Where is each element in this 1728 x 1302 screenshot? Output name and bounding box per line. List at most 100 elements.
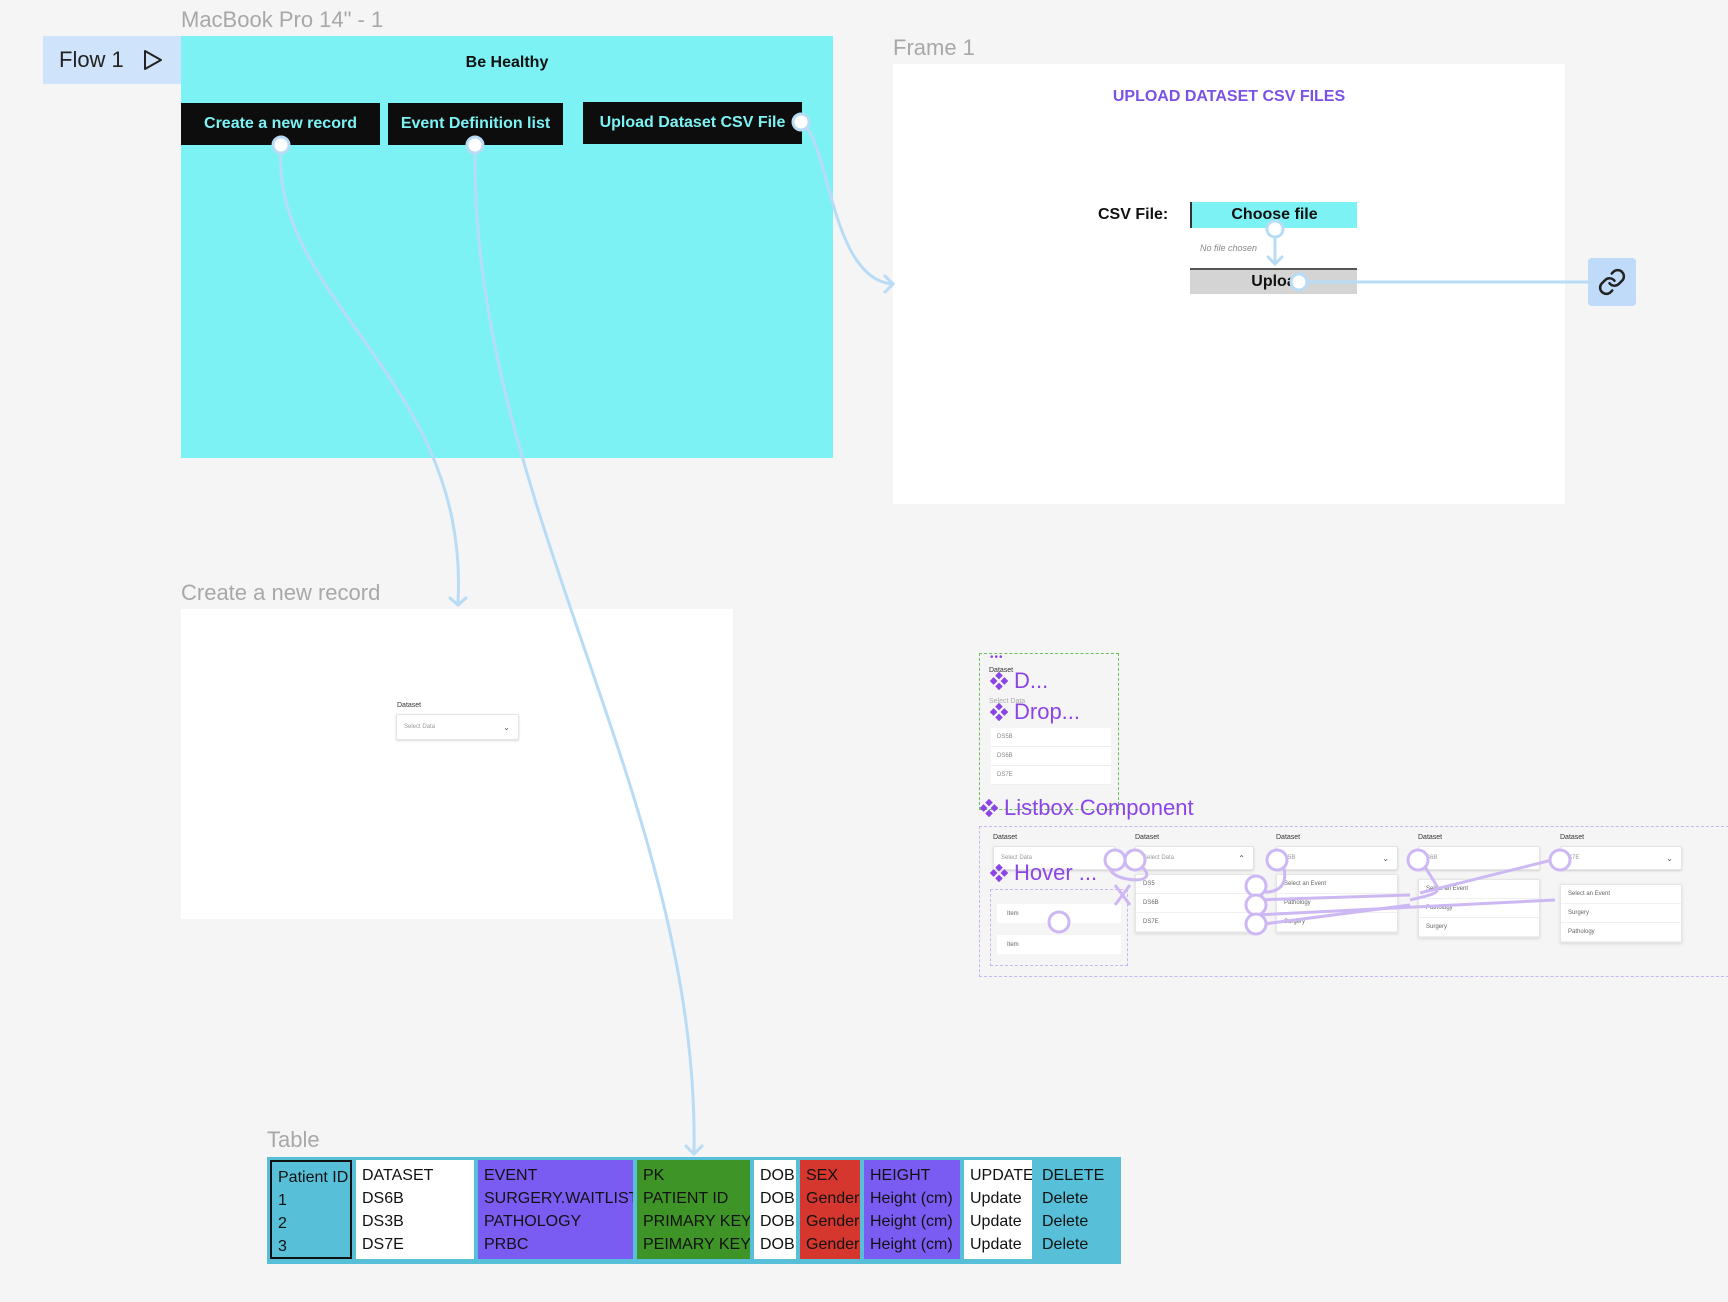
dropdown-option[interactable]: Select an Event <box>1277 875 1397 894</box>
delete-link[interactable]: Delete <box>1042 1187 1118 1210</box>
dropdown-option[interactable]: Surgery <box>1419 918 1539 937</box>
component-name: Hover ... <box>1014 860 1098 885</box>
table-cell: PRBC <box>484 1236 529 1253</box>
dropdown-options[interactable]: Select an Event Surgery Pathology <box>1560 884 1682 943</box>
dropdown-option[interactable]: DS5 <box>1136 875 1253 894</box>
variant-value: S5B <box>1284 855 1296 861</box>
table-column-dob: DOB DOB DOB DOB <box>754 1160 796 1259</box>
table-cell: 1 <box>278 1192 287 1209</box>
hover-item[interactable]: Item <box>997 904 1121 923</box>
upload-button[interactable]: Uploa <box>1190 268 1357 294</box>
play-icon[interactable] <box>142 48 164 72</box>
dropdown-option[interactable]: Pathology <box>1561 923 1681 942</box>
delete-link[interactable]: Delete <box>1042 1210 1118 1233</box>
link-icon[interactable] <box>1588 258 1636 306</box>
dropdown-options[interactable]: DS5 DS6B DS7E <box>1135 874 1254 933</box>
flow-badge[interactable]: Flow 1 <box>43 36 181 84</box>
dropdown-option[interactable]: Select an Event <box>1419 880 1539 899</box>
variant-select[interactable]: S5B ⌄ <box>1276 846 1398 870</box>
no-file-text: No file chosen <box>1200 243 1258 253</box>
component-name: Drop... <box>1014 699 1081 724</box>
variant-value: S6B <box>1426 855 1438 861</box>
dropdown-option[interactable]: Surgery <box>1277 913 1397 932</box>
column-header: DELETE <box>1042 1167 1105 1184</box>
dropdown-option[interactable]: Pathology <box>1277 894 1397 913</box>
component-icon <box>990 864 1008 882</box>
chevron-up-icon: ⌃ <box>1238 854 1245 863</box>
dropdown-option[interactable]: Pathology <box>1419 899 1539 918</box>
update-link[interactable]: Update <box>970 1210 1032 1233</box>
event-definition-button[interactable]: Event Definition list <box>388 103 563 145</box>
table-cell: PEIMARY KEY <box>643 1236 750 1253</box>
listbox-component-title[interactable]: Listbox Component <box>980 795 1194 821</box>
chevron-down-icon: ⌄ <box>503 723 510 732</box>
dropdown-option[interactable]: Surgery <box>1561 904 1681 923</box>
column-header: DATASET <box>362 1167 434 1184</box>
column-header: DOB <box>760 1167 795 1184</box>
create-record-button[interactable]: Create a new record <box>181 103 380 145</box>
component-drop[interactable]: Drop... <box>990 699 1080 725</box>
list-item[interactable]: DS7E <box>991 766 1111 785</box>
component-d[interactable]: D... <box>990 668 1048 694</box>
create-record-frame[interactable]: Dataset Select Data ⌄ <box>181 609 733 919</box>
upload-dataset-button[interactable]: Upload Dataset CSV File <box>583 102 802 144</box>
table-column-delete: DELETE Delete Delete Delete <box>1036 1160 1118 1259</box>
dataset-label: Dataset <box>397 702 422 709</box>
more-icon[interactable]: ••• <box>990 652 1004 663</box>
table-cell: Gender <box>806 1236 860 1253</box>
data-table[interactable]: Patient ID 1 2 3 DATASET DS6B DS3B DS7E … <box>267 1157 1121 1264</box>
table-cell: Gender <box>806 1213 860 1230</box>
arrow-head <box>448 596 468 607</box>
hover-component[interactable]: Hover ... <box>990 860 1097 886</box>
variant-select[interactable]: S6B <box>1418 846 1540 870</box>
frame-label-frame1[interactable]: Frame 1 <box>893 35 975 61</box>
table-column-sex: SEX Gender Gender Gender <box>800 1160 860 1259</box>
table-cell: DS7E <box>362 1236 404 1253</box>
app-title: Be Healthy <box>465 54 549 71</box>
dropdown-option[interactable]: DS7E <box>1136 913 1253 932</box>
component-name: D... <box>1014 668 1049 693</box>
frame-label-table[interactable]: Table <box>267 1127 320 1153</box>
component-icon <box>990 672 1008 690</box>
table-cell: DS3B <box>362 1213 404 1230</box>
update-link[interactable]: Update <box>970 1187 1032 1210</box>
column-header: PK <box>643 1167 665 1184</box>
variant-select[interactable]: S7E ⌄ <box>1560 846 1682 870</box>
frame-label-macbook[interactable]: MacBook Pro 14" - 1 <box>181 7 383 33</box>
table-cell: PRIMARY KEY <box>643 1213 750 1230</box>
chevron-down-icon: ⌄ <box>1382 854 1389 863</box>
dropdown-options[interactable]: Select an Event Pathology Surgery <box>1418 879 1540 938</box>
column-header: HEIGHT <box>870 1167 931 1184</box>
hover-component-frame[interactable]: Item Item <box>990 889 1128 966</box>
table-cell: PATHOLOGY <box>484 1213 582 1230</box>
dropdown-option[interactable]: Select an Event <box>1561 885 1681 904</box>
component-icon <box>980 799 998 817</box>
dropdown-option[interactable]: DS6B <box>1136 894 1253 913</box>
variant-label: Dataset <box>993 834 1018 841</box>
hover-item[interactable]: Item <box>997 935 1121 954</box>
dropdown-options[interactable]: Select an Event Pathology Surgery <box>1276 874 1398 933</box>
table-cell: PATIENT ID <box>643 1190 729 1207</box>
variant-select[interactable]: Select Data ⌃ <box>1135 846 1254 870</box>
update-link[interactable]: Update <box>970 1233 1032 1256</box>
variant-label: Dataset <box>1418 834 1443 841</box>
delete-link[interactable]: Delete <box>1042 1233 1118 1256</box>
macbook-frame[interactable]: Be Healthy Create a new record Event Def… <box>181 36 833 458</box>
choose-file-button[interactable]: Choose file <box>1190 202 1357 228</box>
table-column-patient-id: Patient ID 1 2 3 <box>270 1160 352 1259</box>
column-header: Patient ID <box>278 1169 349 1186</box>
table-cell: Height (cm) <box>870 1236 953 1253</box>
list-item[interactable]: DS6B <box>991 747 1111 766</box>
dataset-select[interactable]: Select Data ⌄ <box>396 714 519 740</box>
table-cell: 3 <box>278 1238 287 1255</box>
variant-label: Dataset <box>1276 834 1301 841</box>
upload-frame[interactable]: UPLOAD DATASET CSV FILES CSV File: Choos… <box>893 64 1565 504</box>
frame-label-create[interactable]: Create a new record <box>181 580 380 606</box>
table-column-height: HEIGHT Height (cm) Height (cm) Height (c… <box>864 1160 960 1259</box>
table-cell: 2 <box>278 1215 287 1232</box>
column-header: SEX <box>806 1167 839 1184</box>
list-item[interactable]: DS5B <box>991 728 1111 747</box>
upload-heading: UPLOAD DATASET CSV FILES <box>1112 88 1346 105</box>
table-cell: DOB <box>760 1236 795 1253</box>
variant-label: Dataset <box>1135 834 1160 841</box>
